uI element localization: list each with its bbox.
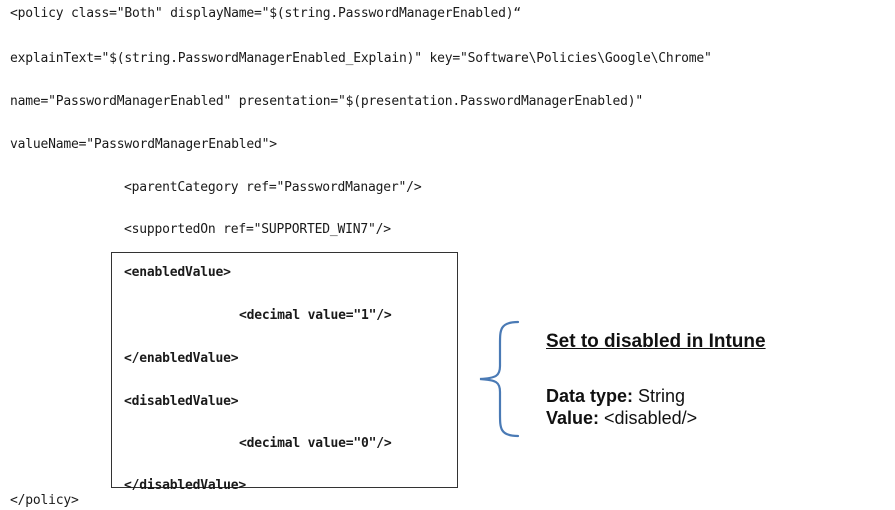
data-type-value: String: [633, 386, 686, 406]
annotation-title: Set to disabled in Intune: [546, 331, 766, 352]
code-line-disabled-open: <disabledValue>: [124, 394, 239, 409]
code-line-disabled-close: </disabledValue>: [124, 478, 247, 493]
value-line: Value: <disabled/>: [546, 408, 697, 429]
code-line-parent-category: <parentCategory ref="PasswordManager"/>: [124, 180, 422, 195]
code-line-policy-close: </policy>: [10, 493, 79, 508]
value-value: <disabled/>: [599, 408, 698, 428]
code-line-enabled-decimal: <decimal value="1"/>: [239, 308, 392, 323]
code-line-enabled-close: </enabledValue>: [124, 351, 239, 366]
data-type-label: Data type:: [546, 386, 634, 406]
code-line-policy-open-4: valueName="PasswordManagerEnabled">: [10, 137, 277, 152]
curly-brace-icon: [479, 320, 520, 438]
code-line-supported-on: <supportedOn ref="SUPPORTED_WIN7"/>: [124, 222, 391, 237]
data-type-line: Data type: String: [546, 386, 685, 407]
code-line-policy-open-3: name="PasswordManagerEnabled" presentati…: [10, 94, 644, 109]
value-box: [111, 252, 458, 488]
code-line-policy-open-1: <policy class="Both" displayName="$(stri…: [10, 6, 521, 21]
code-line-disabled-decimal: <decimal value="0"/>: [239, 436, 392, 451]
code-line-policy-open-2: explainText="$(string.PasswordManagerEna…: [10, 51, 712, 66]
code-line-enabled-open: <enabledValue>: [124, 265, 231, 280]
value-label: Value:: [546, 408, 600, 428]
